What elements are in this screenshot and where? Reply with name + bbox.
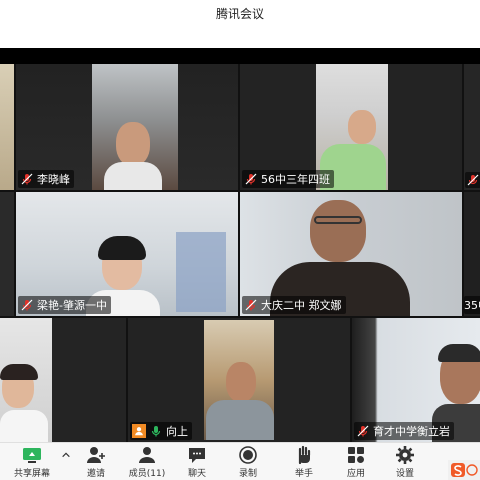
- participant-name-tag: 35中: [464, 296, 480, 314]
- participant-face: [226, 362, 256, 402]
- add-user-icon: [85, 445, 107, 465]
- participant-name-tag: 梁艳-肇源一中: [18, 296, 111, 314]
- background-cabinet: [176, 232, 226, 312]
- participant-name: 35中: [464, 299, 480, 312]
- video-grid: 李晓峰 56中三年四班 梁艳-肇源一中 大庆二中 郑文娜 35 向上 育才中学衡…: [0, 64, 480, 442]
- raise-hand-label: 举手: [294, 469, 313, 479]
- mic-muted-icon: [20, 172, 34, 186]
- mic-muted-icon: [356, 424, 370, 438]
- mic-muted-icon: [466, 173, 480, 187]
- chevron-up-icon: [60, 445, 72, 465]
- participant-name: 育才中学衡立岩: [373, 425, 450, 438]
- participant-name: 大庆二中 郑文娜: [261, 299, 342, 312]
- share-options-chevron[interactable]: [60, 443, 72, 480]
- settings-button[interactable]: 设置: [380, 443, 430, 480]
- chat-label: 聊天: [187, 469, 206, 479]
- gear-icon: [394, 445, 416, 465]
- share-screen-label: 共享屏幕: [13, 469, 50, 479]
- participant-name-tag: 育才中学衡立岩: [354, 422, 454, 440]
- avatar-badge: [132, 424, 146, 438]
- participant-face: [348, 110, 376, 144]
- members-icon: [136, 445, 158, 465]
- share-screen-icon: [21, 445, 43, 465]
- raise-hand-button[interactable]: 举手: [276, 443, 332, 480]
- video-tile[interactable]: 李晓峰: [16, 64, 238, 190]
- participant-name-tag: 56中三年四班: [242, 170, 334, 188]
- participant-name-tag: 李晓峰: [18, 170, 74, 188]
- video-tile[interactable]: 56中三年四班: [240, 64, 462, 190]
- participant-hair: [0, 364, 38, 380]
- participant-face: [116, 122, 150, 166]
- record-button[interactable]: 录制: [220, 443, 276, 480]
- video-tile[interactable]: [464, 64, 480, 190]
- mic-muted-icon: [244, 298, 258, 312]
- share-screen-button[interactable]: 共享屏幕: [4, 443, 60, 480]
- video-tile[interactable]: 35中: [464, 192, 480, 316]
- participant-name: 李晓峰: [37, 173, 70, 186]
- mic-muted-icon: [20, 298, 34, 312]
- mic-muted-icon: [244, 172, 258, 186]
- participant-face: [310, 200, 366, 262]
- video-tile[interactable]: 梁艳-肇源一中: [16, 192, 238, 316]
- invite-label: 邀请: [86, 469, 105, 479]
- invite-button[interactable]: 邀请: [72, 443, 120, 480]
- participant-hair: [438, 344, 480, 362]
- participant-body: [0, 410, 48, 442]
- participant-body: [206, 400, 274, 440]
- meeting-info-bar: [0, 26, 480, 48]
- window-title: 腾讯会议: [0, 0, 480, 26]
- apps-label: 应用: [346, 469, 365, 479]
- record-icon: [237, 445, 259, 465]
- members-label: 成员(11): [128, 469, 166, 479]
- participant-name-tag: 向上: [130, 422, 192, 440]
- participant-hair: [98, 236, 146, 260]
- video-tile[interactable]: [0, 192, 14, 316]
- sogou-ime-icon[interactable]: [448, 460, 480, 480]
- video-tile[interactable]: [0, 64, 14, 190]
- participant-body: [104, 162, 162, 190]
- participant-name: 56中三年四班: [261, 173, 330, 186]
- raise-hand-icon: [293, 445, 315, 465]
- participant-name: 向上: [166, 425, 188, 438]
- apps-button[interactable]: 应用: [332, 443, 380, 480]
- record-label: 录制: [238, 469, 257, 479]
- participant-name: 梁艳-肇源一中: [37, 299, 107, 312]
- video-tile[interactable]: 大庆二中 郑文娜: [240, 192, 462, 316]
- video-top-strip: [0, 48, 480, 64]
- chat-button[interactable]: 聊天: [174, 443, 220, 480]
- participant-name-tag: [465, 172, 480, 188]
- mic-on-icon: [149, 424, 163, 438]
- video-tile-active-speaker[interactable]: 向上: [128, 318, 350, 442]
- video-tile[interactable]: 育才中学衡立岩: [352, 318, 480, 442]
- apps-icon: [345, 445, 367, 465]
- chat-icon: [186, 445, 208, 465]
- meeting-toolbar: 共享屏幕 邀请 成员(11) 聊天 录制 举手 应用 设置: [0, 442, 480, 480]
- participant-glasses: [314, 216, 362, 224]
- settings-label: 设置: [395, 469, 414, 479]
- participant-name-tag: 大庆二中 郑文娜: [242, 296, 346, 314]
- video-tile[interactable]: [0, 318, 126, 442]
- members-button[interactable]: 成员(11): [120, 443, 174, 480]
